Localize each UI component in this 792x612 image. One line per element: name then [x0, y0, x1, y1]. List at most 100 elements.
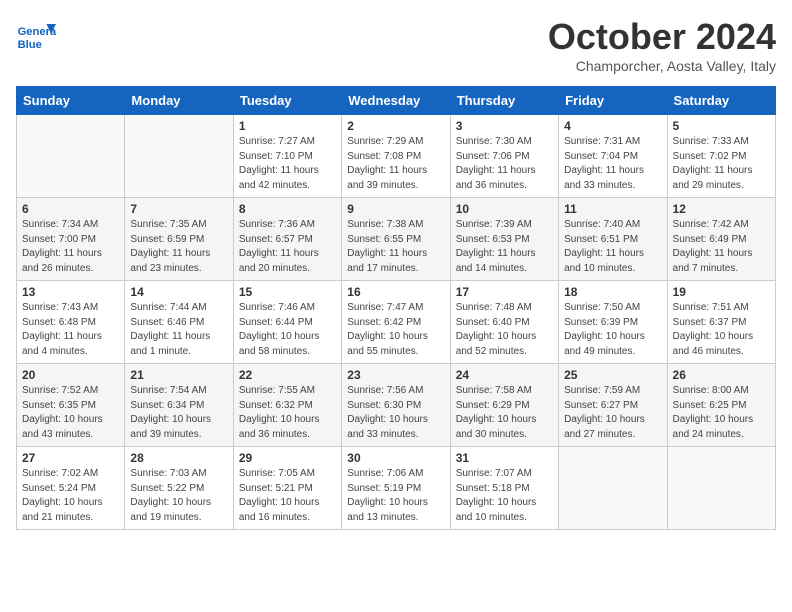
day-number: 26: [673, 368, 770, 382]
calendar-cell: 31 Sunrise: 7:07 AM Sunset: 5:18 PM Dayli…: [450, 447, 558, 530]
day-number: 4: [564, 119, 661, 133]
calendar-cell: 15Sunrise: 7:46 AM Sunset: 6:44 PM Dayli…: [233, 281, 341, 364]
day-number: 25: [564, 368, 661, 382]
svg-text:Blue: Blue: [18, 39, 42, 51]
day-info: Sunrise: 7:29 AM Sunset: 7:08 PM Dayligh…: [347, 135, 444, 193]
day-info: Sunrise: 7:50 AM Sunset: 6:39 PM Dayligh…: [564, 301, 661, 359]
calendar-cell: 23 Sunrise: 7:56 AM Sunset: 6:30 PM Dayli…: [342, 364, 450, 447]
day-number: 23: [347, 368, 444, 382]
day-number: 2: [347, 119, 444, 133]
calendar-cell: 6Sunrise: 7:34 AM Sunset: 7:00 PM Daylig…: [17, 198, 125, 281]
calendar-cell: 5 Sunrise: 7:33 AM Sunset: 7:02 PM Daylig…: [667, 115, 775, 198]
day-info: Sunrise: 7:38 AM Sunset: 6:55 PM Dayligh…: [347, 218, 444, 276]
day-info: Sunrise: 7:07 AM Sunset: 5:18 PM Dayligh…: [456, 467, 553, 525]
calendar-cell: 25 Sunrise: 7:59 AM Sunset: 6:27 PM Dayli…: [559, 364, 667, 447]
day-info: Sunrise: 7:55 AM Sunset: 6:32 PM Dayligh…: [239, 384, 336, 442]
logo: General Blue: [16, 16, 60, 56]
day-info: Sunrise: 7:44 AM Sunset: 6:46 PM Dayligh…: [130, 301, 227, 359]
day-number: 19: [673, 285, 770, 299]
calendar-cell: [17, 115, 125, 198]
calendar-cell: 12 Sunrise: 7:42 AM Sunset: 6:49 PM Dayli…: [667, 198, 775, 281]
day-info: Sunrise: 7:48 AM Sunset: 6:40 PM Dayligh…: [456, 301, 553, 359]
calendar-week-row: 27 Sunrise: 7:02 AM Sunset: 5:24 PM Dayli…: [17, 447, 776, 530]
calendar-cell: 3 Sunrise: 7:30 AM Sunset: 7:06 PM Daylig…: [450, 115, 558, 198]
day-number: 28: [130, 451, 227, 465]
day-number: 15: [239, 285, 336, 299]
day-info: Sunrise: 7:03 AM Sunset: 5:22 PM Dayligh…: [130, 467, 227, 525]
day-info: Sunrise: 7:35 AM Sunset: 6:59 PM Dayligh…: [130, 218, 227, 276]
day-number: 3: [456, 119, 553, 133]
calendar-week-row: 20Sunrise: 7:52 AM Sunset: 6:35 PM Dayli…: [17, 364, 776, 447]
day-info: Sunrise: 7:40 AM Sunset: 6:51 PM Dayligh…: [564, 218, 661, 276]
day-number: 6: [22, 202, 119, 216]
weekday-header-cell: Saturday: [667, 87, 775, 115]
weekday-header-cell: Wednesday: [342, 87, 450, 115]
calendar-week-row: 1 Sunrise: 7:27 AM Sunset: 7:10 PM Daylig…: [17, 115, 776, 198]
day-number: 24: [456, 368, 553, 382]
calendar-cell: 8Sunrise: 7:36 AM Sunset: 6:57 PM Daylig…: [233, 198, 341, 281]
calendar-cell: [125, 115, 233, 198]
day-info: Sunrise: 7:33 AM Sunset: 7:02 PM Dayligh…: [673, 135, 770, 193]
day-info: Sunrise: 7:02 AM Sunset: 5:24 PM Dayligh…: [22, 467, 119, 525]
day-info: Sunrise: 7:51 AM Sunset: 6:37 PM Dayligh…: [673, 301, 770, 359]
calendar-cell: 22 Sunrise: 7:55 AM Sunset: 6:32 PM Dayli…: [233, 364, 341, 447]
day-number: 11: [564, 202, 661, 216]
calendar-cell: 7 Sunrise: 7:35 AM Sunset: 6:59 PM Daylig…: [125, 198, 233, 281]
day-number: 27: [22, 451, 119, 465]
calendar-cell: 27 Sunrise: 7:02 AM Sunset: 5:24 PM Dayli…: [17, 447, 125, 530]
day-info: Sunrise: 7:58 AM Sunset: 6:29 PM Dayligh…: [456, 384, 553, 442]
day-number: 29: [239, 451, 336, 465]
day-number: 22: [239, 368, 336, 382]
day-info: Sunrise: 7:30 AM Sunset: 7:06 PM Dayligh…: [456, 135, 553, 193]
day-info: Sunrise: 7:56 AM Sunset: 6:30 PM Dayligh…: [347, 384, 444, 442]
calendar-cell: 19 Sunrise: 7:51 AM Sunset: 6:37 PM Dayli…: [667, 281, 775, 364]
day-info: Sunrise: 7:42 AM Sunset: 6:49 PM Dayligh…: [673, 218, 770, 276]
day-number: 31: [456, 451, 553, 465]
calendar-cell: 9 Sunrise: 7:38 AM Sunset: 6:55 PM Daylig…: [342, 198, 450, 281]
location-subtitle: Champorcher, Aosta Valley, Italy: [548, 58, 776, 74]
month-title: October 2024: [548, 16, 776, 58]
day-info: Sunrise: 7:43 AM Sunset: 6:48 PM Dayligh…: [22, 301, 119, 359]
day-number: 7: [130, 202, 227, 216]
day-info: Sunrise: 7:54 AM Sunset: 6:34 PM Dayligh…: [130, 384, 227, 442]
page-header: General Blue October 2024 Champorcher, A…: [16, 16, 776, 74]
calendar-cell: 20Sunrise: 7:52 AM Sunset: 6:35 PM Dayli…: [17, 364, 125, 447]
day-info: Sunrise: 7:27 AM Sunset: 7:10 PM Dayligh…: [239, 135, 336, 193]
day-number: 20: [22, 368, 119, 382]
weekday-header-row: SundayMondayTuesdayWednesdayThursdayFrid…: [17, 87, 776, 115]
day-number: 12: [673, 202, 770, 216]
calendar-body: 1 Sunrise: 7:27 AM Sunset: 7:10 PM Daylig…: [17, 115, 776, 530]
weekday-header-cell: Monday: [125, 87, 233, 115]
calendar-cell: 18 Sunrise: 7:50 AM Sunset: 6:39 PM Dayli…: [559, 281, 667, 364]
day-info: Sunrise: 7:59 AM Sunset: 6:27 PM Dayligh…: [564, 384, 661, 442]
day-info: Sunrise: 7:36 AM Sunset: 6:57 PM Dayligh…: [239, 218, 336, 276]
day-number: 10: [456, 202, 553, 216]
day-info: Sunrise: 7:06 AM Sunset: 5:19 PM Dayligh…: [347, 467, 444, 525]
calendar-table: SundayMondayTuesdayWednesdayThursdayFrid…: [16, 86, 776, 530]
day-info: Sunrise: 7:31 AM Sunset: 7:04 PM Dayligh…: [564, 135, 661, 193]
day-number: 17: [456, 285, 553, 299]
calendar-cell: 30 Sunrise: 7:06 AM Sunset: 5:19 PM Dayli…: [342, 447, 450, 530]
day-number: 9: [347, 202, 444, 216]
day-number: 30: [347, 451, 444, 465]
calendar-week-row: 6Sunrise: 7:34 AM Sunset: 7:00 PM Daylig…: [17, 198, 776, 281]
calendar-cell: 21Sunrise: 7:54 AM Sunset: 6:34 PM Dayli…: [125, 364, 233, 447]
calendar-cell: 24 Sunrise: 7:58 AM Sunset: 6:29 PM Dayli…: [450, 364, 558, 447]
calendar-cell: 28 Sunrise: 7:03 AM Sunset: 5:22 PM Dayli…: [125, 447, 233, 530]
day-info: Sunrise: 7:47 AM Sunset: 6:42 PM Dayligh…: [347, 301, 444, 359]
calendar-cell: 11 Sunrise: 7:40 AM Sunset: 6:51 PM Dayli…: [559, 198, 667, 281]
day-number: 5: [673, 119, 770, 133]
day-info: Sunrise: 8:00 AM Sunset: 6:25 PM Dayligh…: [673, 384, 770, 442]
calendar-cell: 1 Sunrise: 7:27 AM Sunset: 7:10 PM Daylig…: [233, 115, 341, 198]
day-number: 1: [239, 119, 336, 133]
day-number: 14: [130, 285, 227, 299]
day-number: 18: [564, 285, 661, 299]
calendar-cell: 13 Sunrise: 7:43 AM Sunset: 6:48 PM Dayli…: [17, 281, 125, 364]
calendar-cell: 4 Sunrise: 7:31 AM Sunset: 7:04 PM Daylig…: [559, 115, 667, 198]
calendar-cell: [559, 447, 667, 530]
calendar-cell: 17 Sunrise: 7:48 AM Sunset: 6:40 PM Dayli…: [450, 281, 558, 364]
day-number: 13: [22, 285, 119, 299]
calendar-cell: [667, 447, 775, 530]
calendar-cell: 29Sunrise: 7:05 AM Sunset: 5:21 PM Dayli…: [233, 447, 341, 530]
calendar-cell: 10Sunrise: 7:39 AM Sunset: 6:53 PM Dayli…: [450, 198, 558, 281]
